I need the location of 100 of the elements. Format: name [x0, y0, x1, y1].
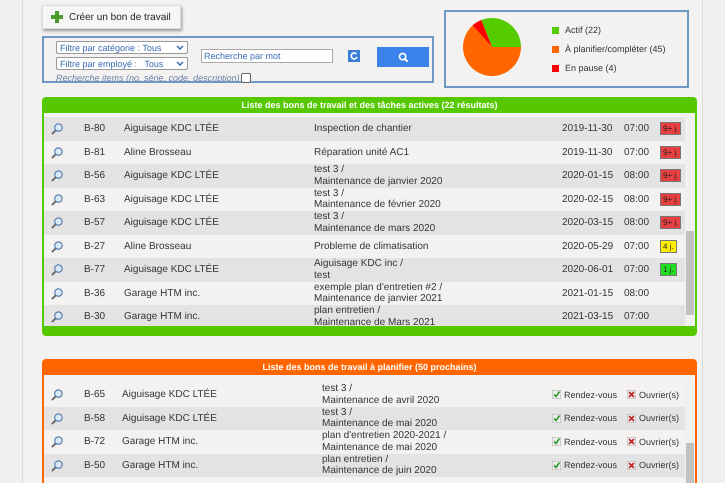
table-row[interactable]: B-65 Aiguisage KDC LTÉE test 3 / Maintenance de avril 2020 Rendez-vous Ouvrier(s)	[44, 383, 685, 406]
table-cell-text: plan entretien / Maintenance de juin 2020	[322, 454, 438, 477]
appointment-label: Rendez-vous	[564, 460, 618, 470]
table-cell-text: 07:00	[624, 311, 650, 322]
table-row[interactable]: B-36 Garage HTM inc. exemple plan d'entretien #2 / Maintenance de janvier 2021 2021-01-15 08:00	[44, 282, 685, 305]
legend-swatch	[552, 64, 559, 72]
table-cell-text: plan entretien / Maintenance de Mars 2021	[314, 305, 436, 326]
magnifier-icon[interactable]	[51, 146, 64, 159]
legend-swatch	[552, 46, 559, 52]
table-cell-text: B-58	[84, 412, 106, 424]
table-cell-text: Aiguisage KDC LTÉE	[124, 170, 220, 182]
days-badge: 9+ j.	[660, 216, 682, 230]
table-cell-text: 07:00	[624, 240, 650, 252]
employee-select[interactable]: Filtre par employé : Tous	[56, 57, 188, 70]
days-badge: 1 j.	[660, 263, 677, 276]
magnifier-icon[interactable]	[51, 388, 64, 402]
magnifier-icon[interactable]	[51, 169, 64, 182]
search-icon	[398, 52, 408, 62]
days-badge: 4 j.	[660, 240, 677, 253]
table-row[interactable]: B-77 Aiguisage KDC LTÉE Aiguisage KDC inc / test 2020-06-01 07:00 1 j.	[44, 258, 685, 282]
table-cell-text: B-80	[84, 123, 106, 134]
magnifier-icon[interactable]	[51, 286, 64, 300]
days-badge: 9+ j.	[660, 122, 682, 136]
table-cell-text: 08:00	[624, 217, 650, 228]
table-cell-text: Garage HTM inc.	[124, 311, 202, 322]
table-cell-text: Aiguisage KDC LTÉE	[124, 194, 220, 205]
table-cell-text: 08:00	[624, 170, 650, 182]
appointment-label: Rendez-vous	[564, 413, 618, 424]
magnifier-icon[interactable]	[51, 122, 64, 136]
table-cell-text: 07:00	[624, 146, 650, 158]
days-badge: 9+ j.	[660, 146, 682, 159]
search-button[interactable]	[377, 47, 429, 67]
table-cell-text: B-65	[84, 389, 106, 400]
panel-title: Liste des bons de travail et des tâches actives (22 résultats)	[240, 99, 499, 112]
magnifier-icon[interactable]	[51, 458, 64, 472]
table-row[interactable]: B-58 Aiguisage KDC LTÉE test 3 / Maintenance de mai 2020 Rendez-vous Ouvrier(s)	[44, 406, 685, 430]
table-cell-text: B-63	[84, 194, 106, 205]
search-field[interactable]: Recherche par mot	[201, 49, 333, 63]
table-cell-text: B-72	[84, 436, 106, 448]
magnifier-icon[interactable]	[51, 192, 64, 206]
appointment-label: Rendez-vous	[564, 436, 618, 447]
table-cell-text: B-57	[84, 217, 106, 228]
table-row[interactable]: B-27 Aline Brosseau Probleme de climatisation 2020-05-29 07:00 4 j.	[44, 234, 685, 258]
magnifier-icon[interactable]	[51, 435, 64, 448]
table-row[interactable]: B-50 Garage HTM inc. plan entretien / Maintenance de juin 2020 Rendez-vous Ouvrier(s)	[44, 454, 685, 477]
table-cell-text: B-30	[84, 311, 106, 322]
table-cell-text: 2020-02-15	[562, 194, 614, 205]
workers-label: Ouvrier(s)	[639, 390, 679, 400]
table-cell-text: 2021-03-15	[562, 311, 614, 322]
refresh-icon[interactable]	[348, 50, 360, 62]
table-cell-text: 07:00	[624, 123, 650, 134]
table-cell-text: 2020-01-15	[562, 170, 614, 182]
table-cell-text: B-27	[84, 240, 106, 252]
items-search-checkbox[interactable]	[240, 73, 251, 83]
table-cell-text: B-56	[84, 170, 106, 182]
table-cell-text: 2020-03-15	[562, 217, 614, 228]
table-cell-text: 07:00	[624, 264, 650, 276]
table-cell-text: Aiguisage KDC LTÉE	[124, 217, 220, 228]
table-cell-text: Garage HTM inc.	[122, 436, 200, 448]
appointment-label: Rendez-vous	[564, 390, 618, 400]
table-cell-text: B-77	[84, 264, 106, 276]
workers-label: Ouvrier(s)	[639, 413, 679, 424]
table-cell-text: B-36	[84, 288, 106, 299]
table-cell-text: B-81	[84, 146, 106, 158]
table-cell-text: Probleme de climatisation	[314, 240, 430, 252]
table-cell-text: Aiguisage KDC LTÉE	[124, 123, 220, 134]
table-cell-text: Garage HTM inc.	[124, 288, 202, 299]
panel-title: Liste des bons de travail à planifier (50 prochains)	[261, 361, 478, 374]
table-row[interactable]: B-57 Aiguisage KDC LTÉE test 3 / Maintenance de mars 2020 2020-03-15 08:00 9+ j.	[44, 211, 685, 234]
items-search-label: Recherche items (no. série, code, description)	[56, 73, 240, 83]
table-cell-text: 08:00	[624, 194, 650, 205]
table-row[interactable]: B-72 Garage HTM inc. plan d'entretien 2020-2021 / Maintenance de mai 2020 Rendez-vous Ouvrier(s)	[44, 430, 685, 454]
magnifier-icon[interactable]	[51, 216, 64, 230]
magnifier-icon[interactable]	[51, 310, 64, 324]
table-cell-text: 2019-11-30	[562, 146, 614, 158]
category-select[interactable]: Filtre par catégorie : Tous	[56, 41, 188, 54]
workers-label: Ouvrier(s)	[639, 436, 679, 447]
workers-label: Ouvrier(s)	[639, 460, 679, 470]
table-cell-text: Aiguisage KDC LTÉE	[122, 412, 218, 424]
magnifier-icon[interactable]	[51, 412, 64, 425]
legend-label: En pause (4)	[565, 63, 617, 73]
magnifier-icon[interactable]	[51, 240, 64, 253]
table-row[interactable]: B-80 Aiguisage KDC LTÉE Inspection de chantier 2019-11-30 07:00 9+ j.	[44, 117, 685, 140]
legend-swatch	[552, 26, 559, 34]
table-cell-text: B-50	[84, 460, 106, 471]
table-cell-text: Réparation unité AC1	[314, 146, 410, 158]
legend-label: À planifier/compléter (45)	[565, 44, 666, 54]
chevron-icon	[176, 45, 184, 50]
create-work-order-button[interactable]: Créer un bon de travail	[42, 5, 181, 29]
magnifier-icon[interactable]	[51, 263, 64, 276]
table-row[interactable]: B-56 Aiguisage KDC LTÉE test 3 / Maintenance de janvier 2020 2020-01-15 08:00 9+ j.	[44, 164, 685, 188]
table-cell-text: Aiguisage KDC LTÉE	[122, 389, 218, 400]
table-row[interactable]: B-30 Garage HTM inc. plan entretien / Maintenance de Mars 2021 2021-03-15 07:00	[44, 305, 685, 326]
table-row[interactable]: B-63 Aiguisage KDC LTÉE test 3 / Maintenance de février 2020 2020-02-15 08:00 9+ j.	[44, 188, 685, 211]
table-cell-text: Inspection de chantier	[314, 123, 413, 134]
table-cell-text: Garage HTM inc.	[122, 460, 200, 471]
legend-label: Actif (22)	[565, 25, 602, 35]
days-badge: 9+ j.	[660, 192, 682, 206]
table-row[interactable]: B-81 Aline Brosseau Réparation unité AC1 2019-11-30 07:00 9+ j.	[44, 140, 685, 164]
table-cell-text: Aline Brosseau	[124, 146, 192, 158]
